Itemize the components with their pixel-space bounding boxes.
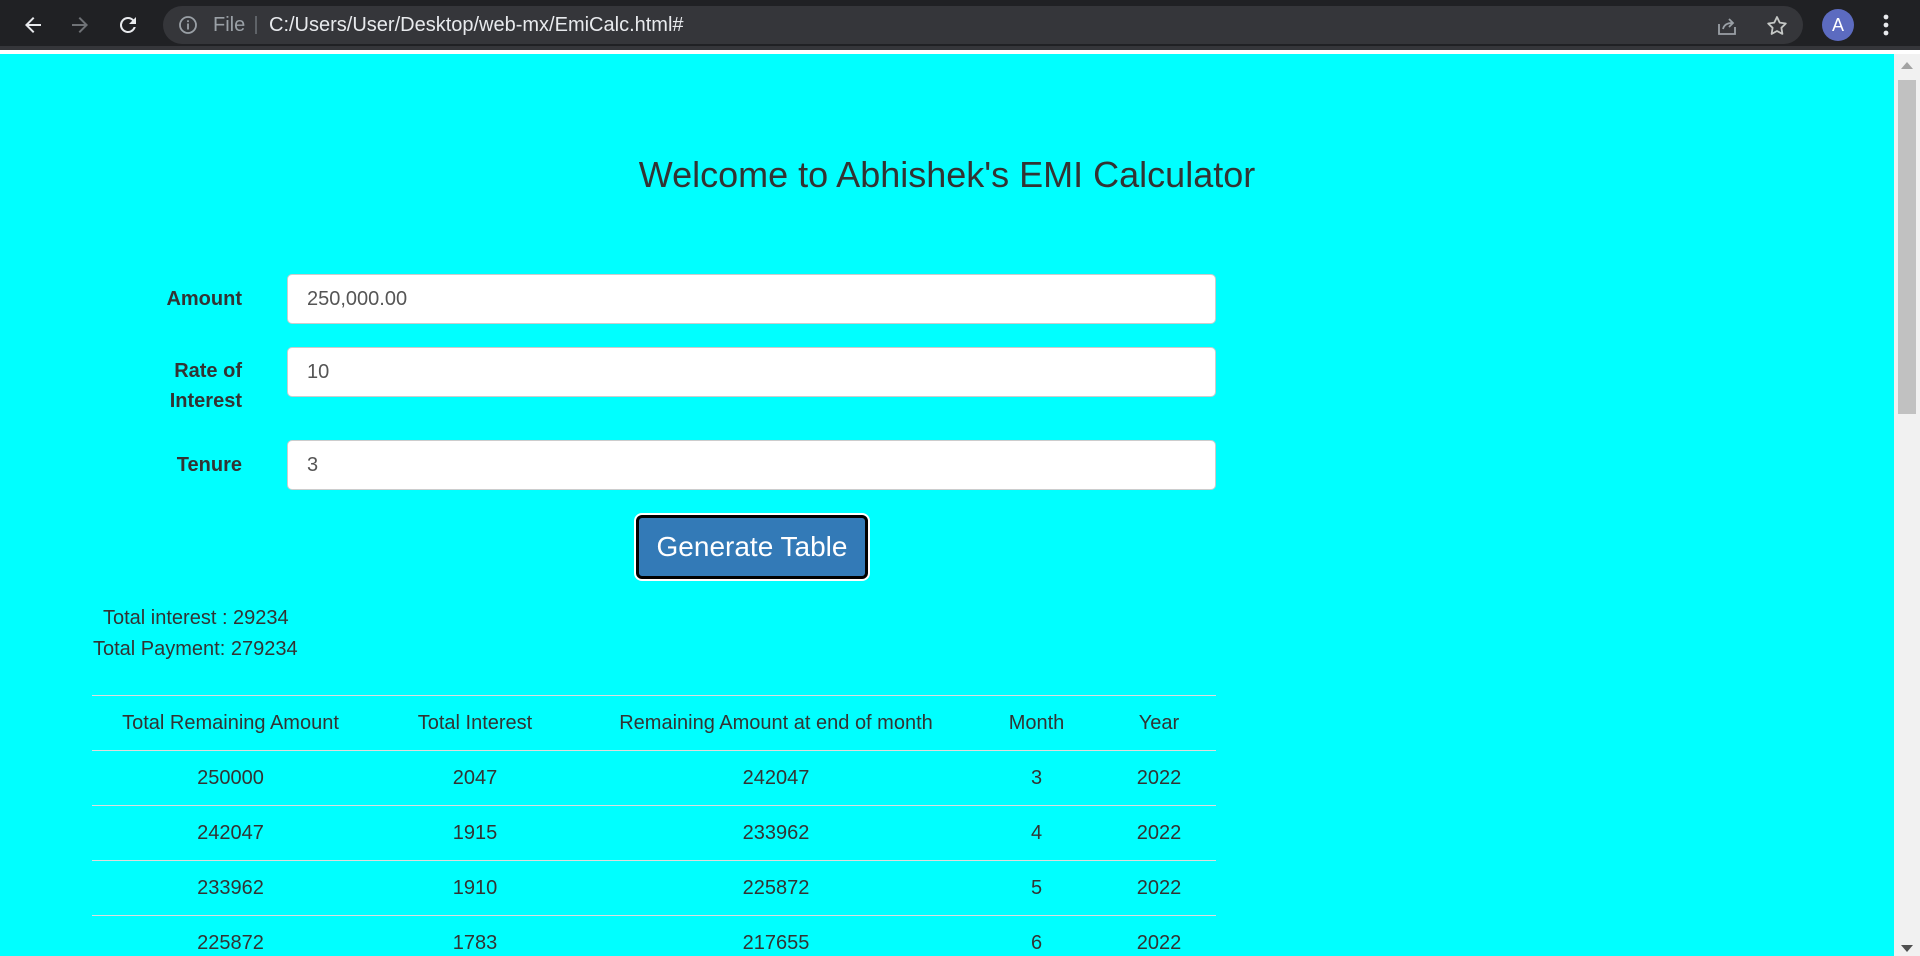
header-total-remaining-amount: Total Remaining Amount [92, 695, 369, 751]
table-row: 225872 1783 217655 6 2022 [92, 915, 1216, 956]
rate-of-interest-input[interactable] [287, 347, 1216, 397]
amount-label: Amount [166, 288, 242, 310]
table-row: 233962 1910 225872 5 2022 [92, 860, 1216, 916]
cell-total-remaining-amount: 233962 [92, 860, 369, 916]
rate-label-line-2: Interest [169, 390, 242, 412]
cell-year: 2022 [1102, 805, 1216, 861]
cell-total-remaining-amount: 242047 [92, 805, 369, 861]
profile-avatar[interactable]: A [1822, 9, 1854, 41]
info-icon[interactable] [178, 15, 198, 35]
url-scheme: File [213, 14, 246, 36]
address-bar[interactable]: File C:/Users/User/Desktop/web-mx/EmiCal… [163, 6, 1803, 44]
cell-total-interest: 2047 [369, 750, 581, 806]
header-remaining-amount-end-of-month: Remaining Amount at end of month [581, 695, 971, 751]
tenure-input[interactable] [287, 440, 1216, 490]
cell-remaining-amount: 217655 [581, 915, 971, 956]
cell-total-interest: 1915 [369, 805, 581, 861]
table-row: 242047 1915 233962 4 2022 [92, 805, 1216, 861]
amount-input[interactable] [287, 274, 1216, 324]
header-total-interest: Total Interest [369, 695, 581, 751]
back-arrow-icon[interactable] [17, 9, 49, 41]
rate-of-interest-label: Rate of Interest [52, 356, 242, 416]
cell-year: 2022 [1102, 860, 1216, 916]
page-content: Welcome to Abhishek's EMI Calculator Amo… [0, 54, 1894, 956]
page-title: Welcome to Abhishek's EMI Calculator [638, 154, 1256, 195]
cell-year: 2022 [1102, 915, 1216, 956]
total-interest-text: Total interest : 29234 [103, 607, 289, 629]
cell-total-interest: 1783 [369, 915, 581, 956]
url-separator [255, 16, 257, 34]
cell-remaining-amount: 242047 [581, 750, 971, 806]
cell-month: 3 [971, 750, 1102, 806]
vertical-scrollbar[interactable] [1894, 54, 1920, 956]
cell-remaining-amount: 233962 [581, 805, 971, 861]
cell-month: 5 [971, 860, 1102, 916]
cell-remaining-amount: 225872 [581, 860, 971, 916]
bookmark-star-icon[interactable] [1765, 14, 1789, 38]
cell-year: 2022 [1102, 750, 1216, 806]
cell-total-remaining-amount: 250000 [92, 750, 369, 806]
header-month: Month [971, 695, 1102, 751]
cell-total-interest: 1910 [369, 860, 581, 916]
cell-total-remaining-amount: 225872 [92, 915, 369, 956]
table-header-row: Total Remaining Amount Total Interest Re… [92, 695, 1216, 751]
table-row: 250000 2047 242047 3 2022 [92, 750, 1216, 806]
browser-toolbar: File C:/Users/User/Desktop/web-mx/EmiCal… [0, 0, 1920, 50]
generate-table-button[interactable]: Generate Table [636, 515, 868, 579]
scroll-up-arrow-icon[interactable] [1901, 62, 1913, 69]
forward-arrow-icon[interactable] [64, 9, 96, 41]
rate-label-line-1: Rate of [174, 360, 242, 382]
share-icon[interactable] [1715, 14, 1739, 38]
cell-month: 6 [971, 915, 1102, 956]
tenure-label: Tenure [176, 454, 242, 476]
reload-icon[interactable] [112, 9, 144, 41]
total-payment-text: Total Payment: 279234 [93, 638, 298, 660]
cell-month: 4 [971, 805, 1102, 861]
emi-table: Total Remaining Amount Total Interest Re… [92, 695, 1216, 956]
scrollbar-thumb[interactable] [1898, 80, 1916, 414]
toolbar-divider [0, 46, 1920, 50]
kebab-menu-icon[interactable] [1874, 9, 1898, 41]
scroll-down-arrow-icon[interactable] [1901, 945, 1913, 952]
url-text[interactable]: C:/Users/User/Desktop/web-mx/EmiCalc.htm… [269, 6, 684, 44]
header-year: Year [1102, 695, 1216, 751]
